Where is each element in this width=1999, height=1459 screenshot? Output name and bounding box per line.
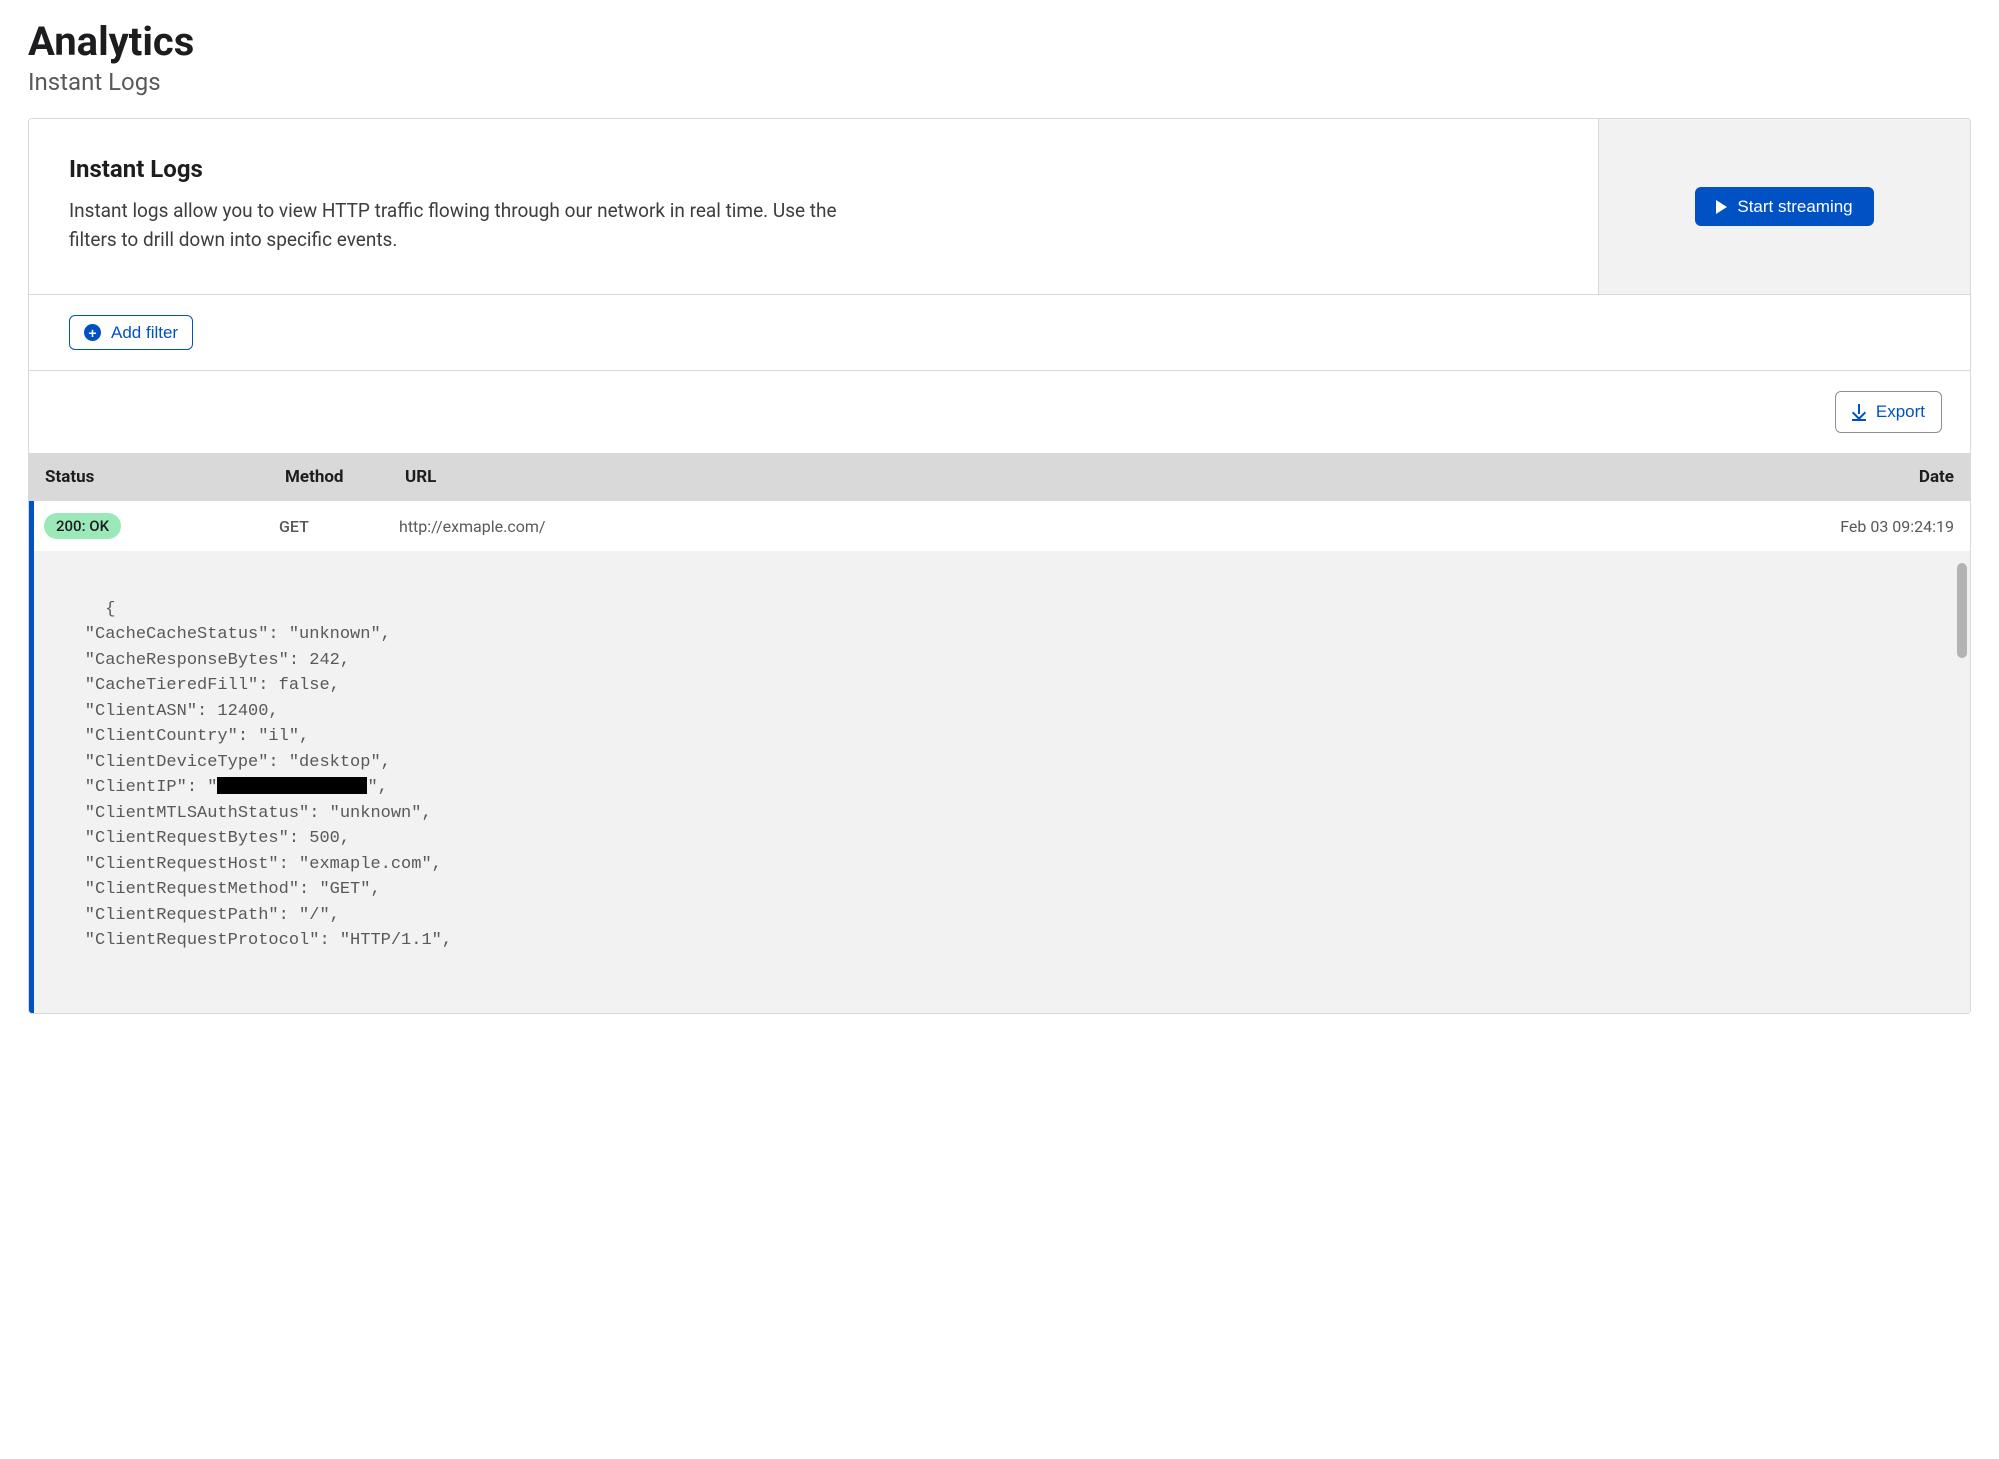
log-date-cell: Feb 03 09:24:19 [1774,517,1954,536]
panel-description: Instant logs allow you to view HTTP traf… [69,197,849,254]
download-icon [1852,404,1866,420]
page-title: Analytics [28,20,1971,64]
column-url: URL [405,467,1774,487]
start-streaming-button[interactable]: Start streaming [1695,187,1873,226]
panel-header: Instant Logs Instant logs allow you to v… [29,119,1970,295]
log-url-cell: http://exmaple.com/ [399,517,1774,536]
log-row[interactable]: 200: OK GET http://exmaple.com/ Feb 03 0… [34,501,1970,551]
export-bar: Export [29,371,1970,453]
panel-header-action: Start streaming [1598,119,1970,294]
page-subtitle: Instant Logs [28,68,1971,96]
scrollbar-thumb[interactable] [1957,563,1967,658]
log-json-detail: { "CacheCacheStatus": "unknown", "CacheR… [34,551,1970,1013]
log-method-cell: GET [279,517,399,536]
redacted-value [217,777,367,794]
add-filter-button[interactable]: + Add filter [69,315,193,350]
log-status-cell: 200: OK [44,513,279,539]
plus-icon: + [84,324,101,341]
log-table-header: Status Method URL Date [29,453,1970,501]
status-badge: 200: OK [44,513,121,539]
export-label: Export [1876,402,1925,422]
log-entry-expanded: 200: OK GET http://exmaple.com/ Feb 03 0… [29,501,1970,1013]
play-icon [1716,200,1727,214]
filter-bar: + Add filter [29,295,1970,371]
column-date: Date [1774,467,1954,487]
column-status: Status [45,467,285,487]
add-filter-label: Add filter [111,324,178,341]
panel-header-info: Instant Logs Instant logs allow you to v… [29,119,1598,294]
panel-heading: Instant Logs [69,155,1558,183]
start-streaming-label: Start streaming [1737,198,1852,215]
instant-logs-panel: Instant Logs Instant logs allow you to v… [28,118,1971,1014]
column-method: Method [285,467,405,487]
export-button[interactable]: Export [1835,391,1942,433]
